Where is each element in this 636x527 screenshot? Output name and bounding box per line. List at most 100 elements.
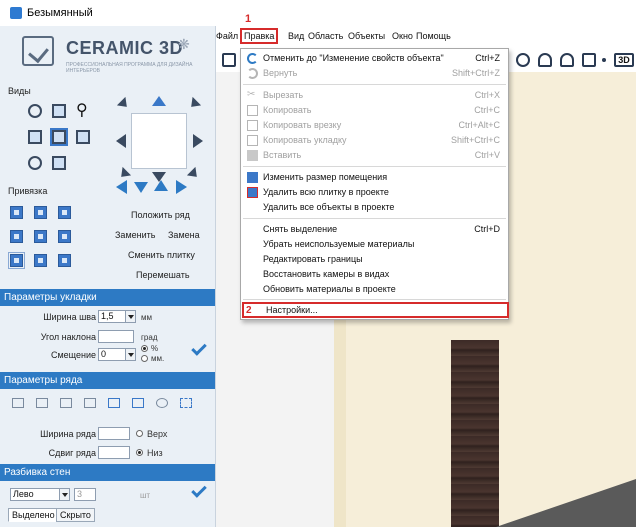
menu-view[interactable]: Вид [288,31,304,41]
offset-mm-radio[interactable] [141,355,148,362]
flip-up-icon[interactable] [154,180,168,191]
snap-bottom-center-button[interactable] [34,254,47,267]
menu-redo[interactable]: Вернуть Shift+Ctrl+Z [241,66,508,81]
flip-down-icon[interactable] [134,182,148,193]
left-panel: CERAMIC 3D ПРОФЕССИОНАЛЬНАЯ ПРОГРАММА ДЛ… [0,26,216,527]
ceramic-logo: CERAMIC 3D ПРОФЕССИОНАЛЬНАЯ ПРОГРАММА ДЛ… [20,32,214,76]
arrow-right-icon[interactable] [193,134,203,148]
row-grid-icon[interactable] [36,398,48,408]
menu-help[interactable]: Помощь [416,31,451,41]
change-tile-button[interactable]: Сменить плитку [128,250,195,260]
menu-update-materials[interactable]: Обновить материалы в проекте [241,282,508,297]
arrow-up-icon[interactable] [152,96,166,106]
angle-input[interactable] [98,330,134,343]
menu-cut[interactable]: ✂ Вырезать Ctrl+X [241,88,508,103]
layout-params-header[interactable]: Параметры укладки [0,289,215,306]
menu-deselect[interactable]: Снять выделение Ctrl+D [241,222,508,237]
snap-top-left-button[interactable] [10,206,23,219]
menu-delete-all-objects[interactable]: Удалить все объекты в проекте [241,200,508,215]
menu-remove-unused-materials[interactable]: Убрать неиспользуемые материалы [241,237,508,252]
offset-select[interactable]: 0 [98,348,136,361]
rotate-left-icon[interactable] [116,180,127,194]
view-front-icon[interactable] [50,128,68,146]
step-2-marker: 2 [246,305,252,316]
row-width-input[interactable] [98,427,130,440]
view-3d-icon[interactable] [52,156,66,170]
row-stairs-icon[interactable] [84,398,96,408]
arrow-up-left-icon[interactable] [116,96,132,112]
wooden-door[interactable] [451,340,499,527]
row-spread-icon[interactable] [60,398,72,408]
joint-width-value: 1,5 [101,311,114,321]
menu-window[interactable]: Окно [392,31,413,41]
camera-icon[interactable]: ⚲ [76,103,90,119]
menu-file[interactable]: Файл [216,31,238,41]
snap-middle-right-button[interactable] [58,230,71,243]
snap-middle-center-button[interactable] [34,230,47,243]
menu-copy[interactable]: Копировать Ctrl+C [241,103,508,118]
row-snowflake-icon[interactable] [156,398,168,408]
tilt-view-icon[interactable] [516,53,530,67]
row-shift-input[interactable] [98,446,130,459]
apply-split-check-icon[interactable] [191,482,207,498]
snap-middle-left-button[interactable] [10,230,23,243]
zoom-in-icon[interactable] [28,104,42,118]
view-left-icon[interactable] [28,130,42,144]
row-top-radio[interactable] [136,430,143,437]
menu-area[interactable]: Область [308,31,343,41]
new-file-icon[interactable] [222,53,236,67]
snap-top-center-button[interactable] [34,206,47,219]
joint-width-select[interactable]: 1,5 [98,310,136,323]
home-view-icon[interactable] [538,53,552,67]
menu-restore-cameras[interactable]: Восстановить камеры в видах [241,267,508,282]
menu-edit-borders[interactable]: Редактировать границы [241,252,508,267]
apply-layout-check-icon[interactable] [191,340,207,356]
row-split-icon[interactable] [132,398,144,408]
arrow-left-icon[interactable] [116,134,126,148]
row-align-left-icon[interactable] [12,398,24,408]
menu-undo[interactable]: Отменить до "Изменение свойств объекта" … [241,51,508,66]
row-corner-icon[interactable] [108,398,120,408]
tab-hidden[interactable]: Скрыто [56,508,95,522]
menu-copy-insert[interactable]: Копировать врезку Ctrl+Alt+C [241,118,508,133]
wall-split-header[interactable]: Разбивка стен [0,464,215,481]
chevron-down-icon[interactable] [59,489,69,500]
menu-item-shortcut: Ctrl+C [474,105,500,115]
menu-settings[interactable]: 2 Настройки... [242,302,509,318]
lay-row-button[interactable]: Положить ряд [131,210,190,220]
snap-bottom-right-button[interactable] [58,254,71,267]
rotate-right-icon[interactable] [176,180,187,194]
menu-copy-layout[interactable]: Копировать укладку Shift+Ctrl+C [241,133,508,148]
menu-paste[interactable]: Вставить Ctrl+V [241,148,508,163]
menu-resize-room[interactable]: Изменить размер помещения [241,170,508,185]
arrow-down-right-icon[interactable] [186,166,202,182]
offset-percent-radio[interactable] [141,345,148,352]
view-right-icon[interactable] [76,130,90,144]
zoom-out-icon[interactable] [28,156,42,170]
menu-objects[interactable]: Объекты [348,31,385,41]
wall-side-select[interactable]: Лево [10,488,70,501]
row-params-header[interactable]: Параметры ряда [0,372,215,389]
arrow-up-right-icon[interactable] [186,96,202,112]
menu-item-label: Изменить размер помещения [263,172,388,182]
view-3d-button[interactable]: 3D [614,53,634,67]
row-frame-icon[interactable] [180,398,192,408]
swap-button[interactable]: Замена [168,230,200,240]
roof-view-icon[interactable] [560,53,574,67]
row-shift-label: Сдвиг ряда [48,448,96,458]
snap-top-right-button[interactable] [58,206,71,219]
calculator-icon[interactable] [582,53,596,67]
wall-count-input[interactable]: 3 [74,488,96,501]
row-bottom-radio[interactable] [136,449,143,456]
view-cube-icon[interactable] [52,104,66,118]
replace-button[interactable]: Заменить [115,230,155,240]
arrow-down-left-icon[interactable] [116,166,132,182]
shuffle-button[interactable]: Перемешать [136,270,190,280]
menu-item-shortcut: Ctrl+V [474,150,500,160]
snap-bottom-left-button[interactable] [8,252,25,269]
chevron-down-icon[interactable] [125,311,135,322]
chevron-down-icon[interactable] [125,349,135,360]
menu-edit[interactable]: Правка [240,28,279,44]
menu-delete-all-tiles[interactable]: Удалить всю плитку в проекте [241,185,508,200]
tab-selected[interactable]: Выделено [8,508,59,522]
